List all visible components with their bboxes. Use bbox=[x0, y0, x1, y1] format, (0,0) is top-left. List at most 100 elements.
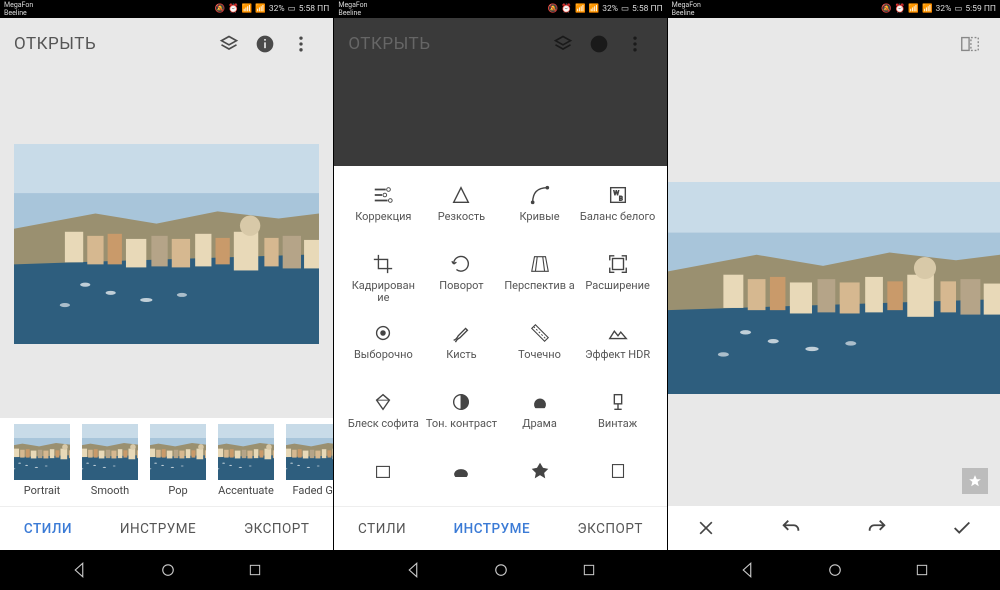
tab-export[interactable]: ЭКСПОРТ bbox=[244, 521, 309, 537]
alarm-icon: ⏰ bbox=[228, 4, 239, 14]
status-bar: MegaFon Beeline 🔕⏰📶📶 32%▭ 5:59 ПП bbox=[668, 0, 1000, 18]
tool-brush[interactable]: Кисть bbox=[422, 322, 500, 373]
nav-back-icon[interactable] bbox=[70, 561, 88, 579]
nav-home-icon[interactable] bbox=[826, 561, 844, 579]
tool-perspective[interactable]: Перспектив а bbox=[500, 253, 578, 304]
compare-icon[interactable] bbox=[952, 26, 988, 62]
nav-recent-icon[interactable] bbox=[247, 562, 263, 578]
app-bar: ОТКРЫТЬ bbox=[0, 18, 333, 70]
tab-tools[interactable]: ИНСТРУМЕ bbox=[120, 521, 196, 537]
nav-back-icon[interactable] bbox=[404, 561, 422, 579]
vintage-icon bbox=[607, 391, 629, 413]
tool-label: Резкость bbox=[438, 211, 485, 235]
tool-label: Кисть bbox=[446, 349, 476, 373]
wb-icon: WB bbox=[607, 184, 629, 206]
bottom-tabs: СТИЛИ ИНСТРУМЕ ЭКСПОРТ bbox=[334, 506, 666, 550]
preset-icon[interactable] bbox=[962, 468, 988, 494]
tool-expand[interactable]: Расширение bbox=[579, 253, 657, 304]
tool-rotate[interactable]: Поворот bbox=[422, 253, 500, 304]
more2-icon bbox=[450, 460, 472, 482]
tool-healing[interactable]: Точечно bbox=[500, 322, 578, 373]
style-item-faded[interactable]: Faded Gl bbox=[286, 424, 333, 506]
hdr-icon bbox=[607, 322, 629, 344]
clock: 5:58 ПП bbox=[299, 4, 330, 14]
style-item-accentuate[interactable]: Accentuate bbox=[218, 424, 274, 506]
editor-canvas[interactable] bbox=[668, 70, 1000, 506]
tool-label: Драма bbox=[522, 418, 557, 442]
battery-pct: 32% bbox=[269, 4, 285, 14]
tab-tools[interactable]: ИНСТРУМЕ bbox=[454, 521, 531, 537]
tool-glamour[interactable]: Блеск софита bbox=[344, 391, 422, 442]
signal-icon-2: 📶 bbox=[255, 4, 266, 14]
style-item-smooth[interactable]: Smooth bbox=[82, 424, 138, 506]
rotate-icon bbox=[450, 253, 472, 275]
selective-icon bbox=[372, 322, 394, 344]
style-item-portrait[interactable]: Portrait bbox=[14, 424, 70, 506]
open-button[interactable]: ОТКРЫТЬ bbox=[14, 34, 96, 54]
healing-icon bbox=[529, 322, 551, 344]
tab-export[interactable]: ЭКСПОРТ bbox=[578, 521, 643, 537]
brush-icon bbox=[450, 322, 472, 344]
android-nav bbox=[0, 550, 333, 590]
tool-more3[interactable] bbox=[500, 460, 578, 511]
tools-sheet: Коррекция Резкость Кривые WB Баланс белого Ка… bbox=[334, 166, 666, 506]
tune-icon bbox=[372, 184, 394, 206]
layers-icon[interactable] bbox=[211, 26, 247, 62]
tool-tune[interactable]: Коррекция bbox=[344, 184, 422, 235]
tool-label: Кривые bbox=[519, 211, 559, 235]
nav-home-icon[interactable] bbox=[492, 561, 510, 579]
tool-label: Выборочно bbox=[354, 349, 413, 373]
status-bar: MegaFon Beeline 🔕⏰📶📶 32%▭ 5:58 ПП bbox=[334, 0, 666, 18]
redo-button[interactable] bbox=[859, 510, 895, 546]
carrier-2: Beeline bbox=[4, 9, 33, 17]
more3-icon bbox=[529, 460, 551, 482]
panel-styles: MegaFon Beeline 🔕 ⏰ 📶 📶 32% ▭ 5:58 ПП ОТ… bbox=[0, 0, 333, 590]
tool-drama[interactable]: Драма bbox=[500, 391, 578, 442]
tool-label: Коррекция bbox=[355, 211, 411, 235]
nav-back-icon[interactable] bbox=[738, 561, 756, 579]
style-strip[interactable]: Portrait Smooth Pop Accentuate Faded Gl bbox=[0, 418, 333, 506]
tool-wb[interactable]: WB Баланс белого bbox=[579, 184, 657, 235]
tool-curves[interactable]: Кривые bbox=[500, 184, 578, 235]
tool-hdr[interactable]: Эффект HDR bbox=[579, 322, 657, 373]
tool-details[interactable]: Резкость bbox=[422, 184, 500, 235]
tool-label: Точечно bbox=[518, 349, 561, 373]
nav-recent-icon[interactable] bbox=[581, 562, 597, 578]
glamour-icon bbox=[372, 391, 394, 413]
tool-label: Винтаж bbox=[598, 418, 637, 442]
battery-icon: ▭ bbox=[288, 4, 296, 14]
tool-label: Перспектив а bbox=[504, 280, 574, 304]
main-photo bbox=[14, 144, 319, 344]
tab-styles[interactable]: СТИЛИ bbox=[24, 521, 72, 537]
tonal-icon bbox=[450, 391, 472, 413]
tool-crop[interactable]: Кадрирован ие bbox=[344, 253, 422, 304]
nav-home-icon[interactable] bbox=[159, 561, 177, 579]
undo-button[interactable] bbox=[773, 510, 809, 546]
editor-photo bbox=[668, 182, 1000, 394]
editor-top-bar bbox=[668, 18, 1000, 70]
canvas-area[interactable] bbox=[0, 70, 333, 418]
tool-selective[interactable]: Выборочно bbox=[344, 322, 422, 373]
tool-more4[interactable] bbox=[579, 460, 657, 511]
tool-tonal[interactable]: Тон. контраст bbox=[422, 391, 500, 442]
apply-button[interactable] bbox=[944, 510, 980, 546]
open-button: ОТКРЫТЬ bbox=[348, 34, 430, 54]
tool-vintage[interactable]: Винтаж bbox=[579, 391, 657, 442]
editor-actions bbox=[668, 506, 1000, 550]
perspective-icon bbox=[529, 253, 551, 275]
app-bar-dim: ОТКРЫТЬ bbox=[334, 18, 666, 70]
tool-label: Баланс белого bbox=[580, 211, 655, 235]
tool-label: Поворот bbox=[439, 280, 483, 304]
tab-styles[interactable]: СТИЛИ bbox=[358, 521, 406, 537]
style-item-pop[interactable]: Pop bbox=[150, 424, 206, 506]
expand-icon bbox=[607, 253, 629, 275]
tool-more1[interactable] bbox=[344, 460, 422, 511]
tool-label: Эффект HDR bbox=[585, 349, 650, 373]
more-icon[interactable] bbox=[283, 26, 319, 62]
tool-more2[interactable] bbox=[422, 460, 500, 511]
nav-recent-icon[interactable] bbox=[914, 562, 930, 578]
info-icon[interactable] bbox=[247, 26, 283, 62]
more-icon bbox=[617, 26, 653, 62]
close-button[interactable] bbox=[688, 510, 724, 546]
tool-label: Тон. контраст bbox=[426, 418, 497, 442]
